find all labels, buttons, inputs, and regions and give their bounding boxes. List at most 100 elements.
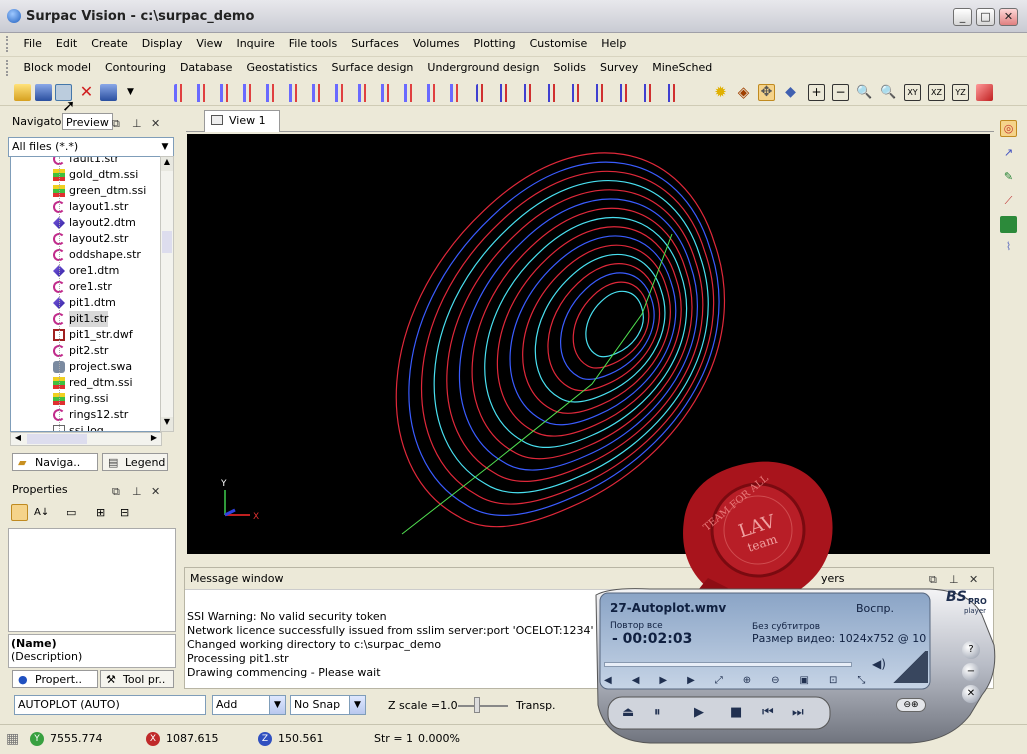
zscale-slider-thumb[interactable] [474, 697, 480, 713]
scroll-left-icon[interactable]: ◀ [11, 433, 25, 445]
zoom-extents-icon[interactable]: 🔍 [880, 84, 897, 101]
menu-create[interactable]: Create [84, 33, 135, 55]
menu-display[interactable]: Display [135, 33, 190, 55]
menu-file-tools[interactable]: File tools [282, 33, 344, 55]
minimize-button[interactable]: _ [953, 8, 972, 26]
chevron-down-icon[interactable]: ▼ [349, 696, 365, 714]
property-pages-icon[interactable]: ▭ [66, 504, 83, 521]
menu-surfaces[interactable]: Surfaces [344, 33, 406, 55]
file-tree[interactable]: fault1.str gold_dtm.ssi green_dtm.ssi layou… [10, 156, 162, 432]
zoom-icon[interactable]: 🔍 [856, 84, 873, 101]
file-item[interactable]: pit1_str.dwf [53, 327, 133, 343]
tool-properties-tab[interactable]: ⚒ Tool pr.. [100, 670, 174, 688]
cube-icon[interactable] [976, 84, 993, 101]
zoom-in-box-icon[interactable]: + [808, 84, 825, 101]
string-tools-icons[interactable] [476, 84, 676, 102]
snap-select[interactable]: No Snap ▼ [290, 695, 366, 715]
menu-underground-design[interactable]: Underground design [420, 57, 546, 79]
categorized-icon[interactable] [11, 504, 28, 521]
file-item[interactable]: pit2.str [53, 343, 108, 359]
file-item[interactable]: layout2.str [53, 231, 128, 247]
play-icon[interactable]: ▶ [694, 705, 704, 720]
file-item[interactable]: oddshape.str [53, 247, 141, 263]
target-icon[interactable]: ◎ [1000, 120, 1017, 137]
volume-icon[interactable]: ◀) [872, 657, 886, 671]
player-close-icon[interactable]: ✕ [962, 685, 980, 703]
save-icon[interactable] [35, 84, 52, 101]
help-icon[interactable]: ? [962, 641, 980, 659]
file-item[interactable]: ore1.str [53, 279, 112, 295]
view-icon[interactable]: ◆ [782, 84, 799, 101]
eject-icon[interactable]: ⏏ [622, 705, 634, 720]
file-item[interactable]: layout2.dtm [53, 215, 136, 231]
digitise-tools-icons[interactable] [174, 84, 464, 102]
save-as-icon[interactable] [100, 84, 117, 101]
expand-icon[interactable]: ⊞ [96, 504, 113, 521]
menu-survey[interactable]: Survey [593, 57, 645, 79]
scroll-thumb[interactable] [162, 231, 172, 253]
file-item[interactable]: pit1.str [53, 311, 109, 327]
menu-solids[interactable]: Solids [546, 57, 593, 79]
collapse-icon[interactable]: ⊟ [120, 504, 137, 521]
menu-customise[interactable]: Customise [523, 33, 595, 55]
menu-database[interactable]: Database [173, 57, 240, 79]
file-item[interactable]: pit1.dtm [53, 295, 116, 311]
menu-file[interactable]: File [17, 33, 49, 55]
scroll-up-icon[interactable]: ▲ [161, 157, 173, 171]
close-button[interactable]: ✕ [999, 8, 1018, 26]
toolbar-grip[interactable] [6, 36, 9, 52]
open-file-icon[interactable] [14, 84, 31, 101]
surface-tool-icon[interactable] [1000, 216, 1017, 233]
horizontal-scrollbar[interactable]: ◀ ▶ [10, 432, 162, 446]
player-extra-controls[interactable]: ◀◀▶▶⤢⊕⊖▣⊡⤡ [604, 673, 865, 689]
float-icon[interactable]: ⧉ [112, 115, 120, 133]
panel-close-icon[interactable]: ✕ [151, 115, 160, 133]
file-item[interactable]: ore1.dtm [53, 263, 119, 279]
menu-help[interactable]: Help [594, 33, 633, 55]
file-item[interactable]: project.swa [53, 359, 132, 375]
volume-slider[interactable] [890, 651, 928, 683]
player-minus-plus[interactable]: ⊖⊕ [896, 698, 926, 712]
properties-grid[interactable] [8, 528, 176, 632]
light-bulb-icon[interactable]: ✹ [712, 84, 729, 101]
pin-icon[interactable]: ⊥ [132, 483, 142, 501]
zscale-slider[interactable] [458, 705, 508, 707]
previous-icon[interactable]: ⏮ [762, 705, 774, 720]
sort-az-icon[interactable]: A↓ [34, 504, 51, 521]
file-item[interactable]: rings12.str [53, 407, 128, 423]
stop-icon[interactable]: ■ [730, 705, 742, 720]
line-tool-icon[interactable]: ↗ [1000, 144, 1017, 161]
menu-inquire[interactable]: Inquire [229, 33, 281, 55]
player-minimize-icon[interactable]: − [962, 663, 980, 681]
rotate-icon[interactable]: ◈ [735, 84, 752, 101]
legend-tab[interactable]: ▤ Legend [102, 453, 168, 471]
pause-icon[interactable]: ⏸ [654, 705, 661, 720]
mode-select[interactable]: Add ▼ [212, 695, 286, 715]
menu-edit[interactable]: Edit [49, 33, 84, 55]
triangle-tool-icon[interactable]: ⟋ [1000, 192, 1017, 209]
panel-close-icon[interactable]: ✕ [151, 483, 160, 501]
menu-minesched[interactable]: MineSched [645, 57, 719, 79]
scroll-down-icon[interactable]: ▼ [161, 417, 173, 431]
next-icon[interactable]: ⏭ [792, 705, 804, 720]
chevron-down-icon[interactable]: ▼ [269, 696, 285, 714]
menu-volumes[interactable]: Volumes [406, 33, 467, 55]
file-item[interactable]: ring.ssi [53, 391, 109, 407]
maximize-button[interactable]: □ [976, 8, 995, 26]
menu-block-model[interactable]: Block model [17, 57, 99, 79]
preview-tab[interactable]: Preview [62, 113, 113, 130]
menu-geostatistics[interactable]: Geostatistics [239, 57, 324, 79]
zoom-out-box-icon[interactable]: − [832, 84, 849, 101]
file-item[interactable]: green_dtm.ssi [53, 183, 146, 199]
command-input[interactable]: AUTOPLOT (AUTO) [14, 695, 206, 715]
pin-icon[interactable]: ⊥ [132, 115, 142, 133]
dropdown-arrow-icon[interactable]: ▼ [122, 84, 139, 101]
graphics-viewport[interactable]: Y X [187, 134, 990, 554]
layer-tool-icon[interactable]: ✎ [1000, 168, 1017, 185]
pan-icon[interactable]: ✥ [758, 84, 775, 101]
file-item[interactable]: fault1.str [53, 157, 119, 167]
navigator-bottom-tab[interactable]: ▰ Naviga.. [12, 453, 98, 471]
menu-plotting[interactable]: Plotting [467, 33, 523, 55]
menu-surface-design[interactable]: Surface design [325, 57, 421, 79]
menu-view[interactable]: View [189, 33, 229, 55]
